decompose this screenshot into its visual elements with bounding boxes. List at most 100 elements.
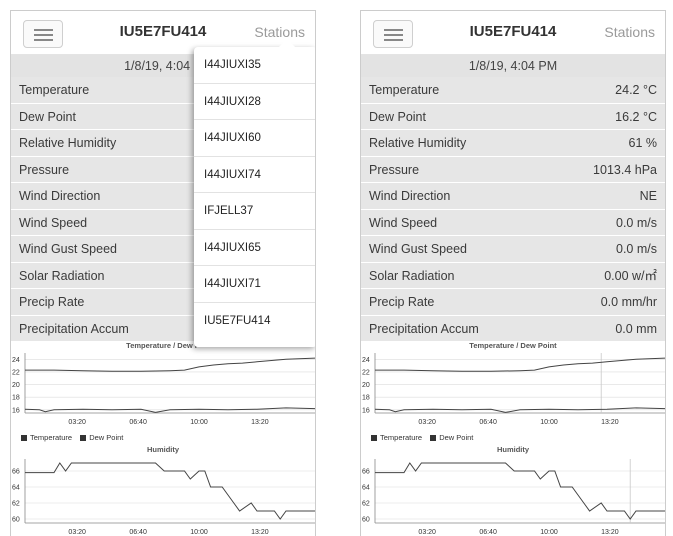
- reading-row: Dew Point 16.2 °C: [361, 103, 665, 130]
- legend-item: Dew Point: [80, 433, 123, 442]
- x-tick-label: 10:00: [540, 529, 558, 536]
- y-tick-label: 60: [12, 517, 20, 524]
- reading-label: Precipitation Accum: [369, 321, 479, 336]
- station-option[interactable]: IU5E7FU414: [194, 303, 315, 340]
- x-tick-label: 10:00: [190, 419, 208, 426]
- reading-row: Pressure 1013.4 hPa: [361, 156, 665, 183]
- reading-row: Wind Speed 0.0 m/s: [361, 209, 665, 236]
- reading-row: Wind Direction NE: [361, 183, 665, 210]
- station-option[interactable]: I44JIUXI71: [194, 266, 315, 303]
- reading-value: 16.2 °C: [615, 109, 657, 124]
- reading-label: Solar Radiation: [369, 268, 455, 283]
- x-tick-label: 06:40: [479, 529, 497, 536]
- y-tick-label: 24: [362, 357, 370, 364]
- x-tick-label: 13:20: [251, 529, 269, 536]
- reading-label: Temperature: [369, 83, 440, 97]
- station-option[interactable]: I44JIUXI74: [194, 157, 315, 193]
- temperature-chart: 24 22 20 18 16 03:20 06:40 10:00 13:20: [12, 353, 315, 426]
- x-tick-label: 13:20: [601, 419, 619, 426]
- y-tick-label: 64: [12, 485, 20, 492]
- stations-button[interactable]: Stations: [254, 24, 305, 40]
- reading-label: Wind Direction: [369, 189, 451, 203]
- y-tick-label: 16: [362, 407, 370, 414]
- station-option[interactable]: IFJELL37: [194, 193, 315, 230]
- x-tick-label: 03:20: [418, 419, 436, 426]
- readings-list: Temperature 24.2 °C Dew Point 16.2 °C Rela…: [361, 77, 665, 342]
- reading-label: Pressure: [369, 162, 420, 177]
- y-tick-label: 62: [12, 501, 20, 508]
- reading-label: Wind Gust Speed: [369, 242, 467, 256]
- series-line-dew-point: [24, 407, 315, 413]
- y-tick-label: 18: [12, 395, 20, 402]
- x-tick-label: 10:00: [540, 419, 558, 426]
- reading-value: 24.2 °C: [615, 83, 657, 97]
- station-option[interactable]: I44JIUXI35: [194, 47, 315, 84]
- reading-value: 0.0 m/s: [616, 215, 657, 230]
- y-tick-label: 16: [12, 407, 20, 414]
- charts-panel: Temperature / Dew P 24 22 20 18 16 03:20 06:40…: [11, 341, 315, 536]
- series-line-dew-point: [374, 407, 665, 413]
- reading-row: Solar Radiation 0.00 w/㎡: [361, 262, 665, 289]
- y-tick-label: 66: [362, 469, 370, 476]
- reading-value: 61 %: [628, 136, 658, 150]
- station-option[interactable]: I44JIUXI28: [194, 84, 315, 120]
- phone-screen-right: IU5E7FU414 Stations 1/8/19, 4:04 PM Temp…: [360, 10, 666, 536]
- reading-label: Dew Point: [19, 109, 76, 124]
- reading-value: NE: [639, 189, 657, 203]
- reading-label: Relative Humidity: [19, 136, 117, 150]
- y-tick-label: 60: [362, 517, 370, 524]
- reading-label: Precip Rate: [369, 295, 435, 309]
- y-tick-label: 20: [362, 382, 370, 389]
- y-tick-label: 22: [362, 369, 370, 376]
- reading-label: Temperature: [19, 83, 90, 97]
- reading-label: Wind Gust Speed: [19, 242, 117, 256]
- x-tick-label: 13:20: [251, 419, 269, 426]
- stations-dropdown: I44JIUXI35 I44JIUXI28 I44JIUXI60 I44JIUX…: [194, 39, 315, 347]
- reading-label: Dew Point: [369, 109, 426, 124]
- series-line-humidity: [375, 462, 665, 520]
- reading-label: Pressure: [19, 162, 70, 177]
- reading-value: 0.00 w/㎡: [604, 268, 657, 283]
- station-option[interactable]: I44JIUXI60: [194, 120, 315, 157]
- y-tick-label: 64: [362, 485, 370, 492]
- temperature-chart: 24 22 20 18 16 03:20 06:40 10:00 13:20: [362, 353, 665, 426]
- reading-row: Precipitation Accum 0.0 mm: [361, 315, 665, 342]
- x-tick-label: 03:20: [68, 529, 86, 536]
- x-tick-label: 10:00: [190, 529, 208, 536]
- y-tick-label: 24: [12, 357, 20, 364]
- y-tick-label: 62: [362, 501, 370, 508]
- app-header: IU5E7FU414 Stations: [361, 11, 665, 55]
- chart-title: Humidity: [146, 445, 180, 454]
- y-tick-label: 22: [12, 369, 20, 376]
- reading-label: Precip Rate: [19, 295, 85, 309]
- reading-label: Precipitation Accum: [19, 321, 129, 336]
- reading-value: 0.0 mm: [615, 321, 657, 336]
- reading-value: 0.0 mm/hr: [600, 295, 657, 309]
- legend-item: Temperature: [371, 433, 422, 442]
- reading-label: Solar Radiation: [19, 268, 105, 283]
- x-tick-label: 06:40: [129, 529, 147, 536]
- y-tick-label: 20: [12, 382, 20, 389]
- x-tick-label: 06:40: [129, 419, 147, 426]
- legend-item: Temperature: [21, 433, 72, 442]
- reading-label: Relative Humidity: [369, 136, 467, 150]
- x-tick-label: 13:20: [601, 529, 619, 536]
- phone-screen-left: IU5E7FU414 Stations 1/8/19, 4:04 P Tempe…: [10, 10, 316, 536]
- series-line-temperature: [25, 357, 315, 372]
- station-option[interactable]: I44JIUXI65: [194, 230, 315, 266]
- reading-row: Precip Rate 0.0 mm/hr: [361, 289, 665, 316]
- series-line-humidity: [25, 462, 315, 520]
- humidity-chart: 66 64 62 60 03:20 06:40 10:00 13:20: [362, 459, 665, 536]
- reading-label: Wind Speed: [19, 215, 88, 230]
- reading-label: Wind Speed: [369, 215, 438, 230]
- reading-label: Wind Direction: [19, 189, 101, 203]
- reading-value: 1013.4 hPa: [593, 162, 657, 177]
- timestamp-bar: 1/8/19, 4:04 PM: [361, 55, 665, 77]
- legend-item: Dew Point: [430, 433, 473, 442]
- reading-row: Relative Humidity 61 %: [361, 130, 665, 157]
- x-tick-label: 06:40: [479, 419, 497, 426]
- reading-value: 0.0 m/s: [616, 242, 657, 256]
- charts-panel: Temperature / Dew Point 24 22 20 18 16 03:20 0…: [361, 341, 665, 536]
- chart-legend: Temperature Dew Point: [371, 433, 479, 442]
- stations-button[interactable]: Stations: [604, 24, 655, 40]
